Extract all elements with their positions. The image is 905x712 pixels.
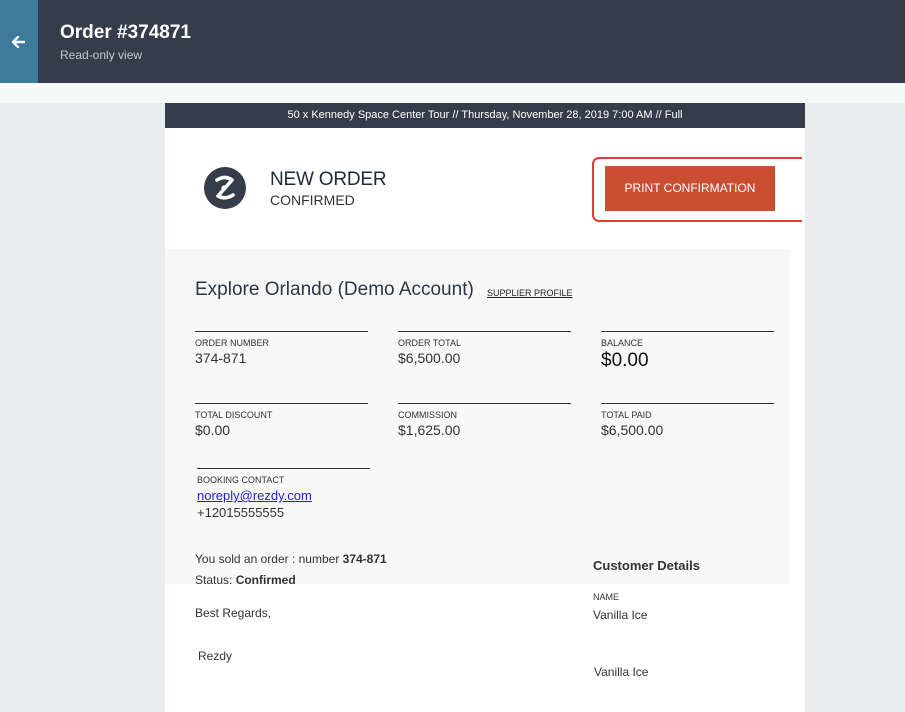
total-discount-field: TOTAL DISCOUNT $0.00 [195, 403, 368, 438]
page-title: Order #374871 [60, 22, 191, 43]
customer-details-title: Customer Details [593, 558, 700, 573]
customer-name-label: NAME [593, 592, 620, 602]
order-total-label: ORDER TOTAL [398, 338, 462, 348]
balance-value: $0.00 [601, 350, 649, 371]
order-status-heading: NEW ORDER [270, 169, 387, 190]
commission-label: COMMISSION [398, 410, 458, 420]
regards-text: Best Regards, [195, 606, 272, 620]
status-text: Status: [195, 573, 236, 587]
order-number-label: ORDER NUMBER [195, 338, 270, 348]
balance-label: BALANCE [601, 338, 644, 348]
order-banner: 50 x Kennedy Space Center Tour // Thursd… [165, 103, 805, 128]
sold-order-number: 374-871 [342, 552, 387, 566]
booking-contact-phone: +12015555555 [197, 505, 285, 520]
commission-value: $1,625.00 [398, 422, 461, 438]
status-value: Confirmed [235, 573, 296, 587]
total-paid-label: TOTAL PAID [601, 410, 652, 420]
status-line: Status: Confirmed [195, 572, 387, 593]
order-message: You sold an order : number 374-871 Statu… [195, 551, 387, 593]
total-paid-field: TOTAL PAID $6,500.00 [601, 403, 774, 438]
order-total-field: ORDER TOTAL $6,500.00 [398, 331, 571, 366]
order-status-subheading: CONFIRMED [270, 192, 355, 208]
total-discount-value: $0.00 [195, 422, 231, 438]
customer-name-repeat: Vanilla Ice [594, 665, 649, 679]
page-subtitle: Read-only view [60, 48, 143, 62]
header-spacer [0, 83, 905, 103]
total-discount-label: TOTAL DISCOUNT [195, 410, 273, 420]
booking-contact-email-link[interactable]: noreply@rezdy.com [197, 488, 370, 503]
total-paid-value: $6,500.00 [601, 422, 664, 438]
supplier-name: Explore Orlando (Demo Account) [195, 279, 474, 300]
order-number-field: ORDER NUMBER 374-871 [195, 331, 368, 366]
sold-order-line: You sold an order : number 374-871 [195, 551, 387, 572]
balance-field: BALANCE $0.00 [601, 331, 774, 372]
commission-field: COMMISSION $1,625.00 [398, 403, 571, 438]
signoff-text: Rezdy [198, 649, 233, 663]
top-bar: Order #374871 Read-only view [0, 0, 905, 83]
sold-order-text: You sold an order : number [195, 552, 343, 566]
rezdy-logo-icon [204, 167, 246, 209]
arrow-left-icon [12, 36, 25, 48]
print-confirmation-button[interactable]: PRINT CONFIRMATION [605, 166, 775, 211]
booking-contact-field: BOOKING CONTACT noreply@rezdy.com +12015… [197, 468, 370, 520]
customer-name-value: Vanilla Ice [593, 608, 648, 622]
order-confirmation-document: 50 x Kennedy Space Center Tour // Thursd… [165, 103, 805, 712]
order-total-value: $6,500.00 [398, 350, 461, 366]
supplier-profile-link[interactable]: SUPPLIER PROFILE [487, 288, 573, 298]
order-number-value: 374-871 [195, 350, 247, 366]
back-button[interactable] [0, 0, 38, 83]
booking-contact-label: BOOKING CONTACT [197, 475, 285, 485]
